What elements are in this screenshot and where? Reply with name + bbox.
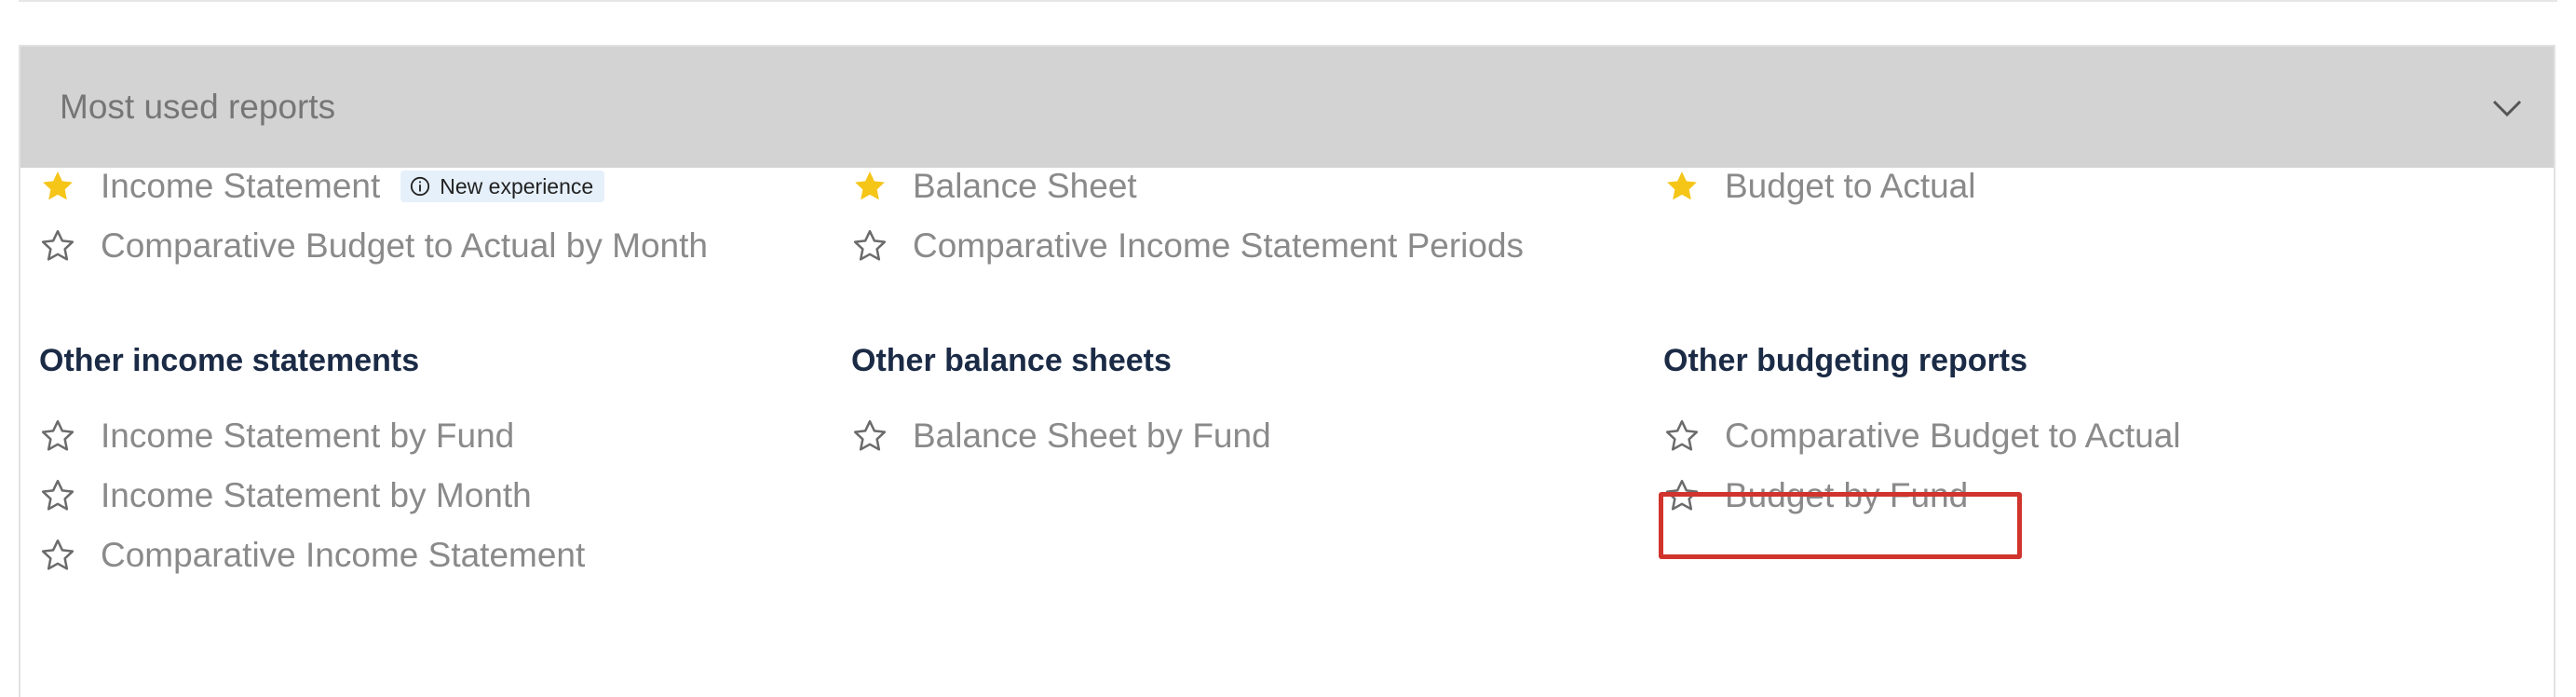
report-label[interactable]: Balance Sheet [913, 167, 1137, 206]
report-label[interactable]: Budget to Actual [1725, 167, 1975, 206]
report-item-income-statement-by-fund[interactable]: Income Statement by Fund [39, 406, 840, 466]
report-item-comparative-budget-by-month[interactable]: Comparative Budget to Actual by Month [39, 216, 840, 276]
star-filled-icon[interactable] [39, 168, 76, 205]
star-outline-icon[interactable] [39, 537, 76, 574]
star-outline-icon[interactable] [851, 227, 888, 265]
column-income-statements: Income Statement New experience Comparat… [39, 157, 840, 585]
star-outline-icon[interactable] [39, 477, 76, 514]
star-outline-icon[interactable] [1663, 477, 1701, 514]
report-item-income-statement[interactable]: Income Statement New experience [39, 157, 840, 216]
section-list: Income Statement by Fund Income Statemen… [39, 406, 840, 585]
empty-row [1663, 216, 2464, 276]
report-label[interactable]: Comparative Budget to Actual [1725, 417, 2181, 456]
section-heading: Other balance sheets [851, 343, 1172, 378]
top-divider [19, 0, 2557, 2]
report-label[interactable]: Income Statement by Fund [101, 417, 514, 456]
column-budgeting-reports: Budget to Actual Other budgeting reports… [1663, 157, 2464, 526]
panel-title: Most used reports [60, 88, 336, 126]
section-list: Balance Sheet by Fund [851, 406, 1652, 466]
report-label[interactable]: Income Statement by Month [101, 476, 532, 515]
star-filled-icon[interactable] [851, 168, 888, 205]
report-item-comparative-income-statement[interactable]: Comparative Income Statement [39, 526, 840, 585]
report-item-budget-to-actual[interactable]: Budget to Actual [1663, 157, 2464, 216]
info-icon [411, 176, 430, 197]
section-list: Comparative Budget to Actual Budget by F… [1663, 406, 2464, 526]
report-item-budget-by-fund[interactable]: Budget by Fund [1663, 466, 2464, 526]
star-outline-icon[interactable] [1663, 417, 1701, 455]
badge-text: New experience [440, 173, 594, 198]
chevron-down-icon[interactable] [2488, 89, 2526, 127]
report-item-balance-sheet[interactable]: Balance Sheet [851, 157, 1652, 216]
report-label[interactable]: Comparative Income Statement Periods [913, 226, 1524, 266]
star-filled-icon[interactable] [1663, 168, 1701, 205]
report-label[interactable]: Comparative Income Statement [101, 536, 585, 575]
report-label[interactable]: Income Statement [101, 167, 380, 206]
new-experience-badge[interactable]: New experience [400, 171, 605, 202]
report-label[interactable]: Comparative Budget to Actual by Month [101, 226, 708, 266]
section-heading: Other income statements [39, 343, 420, 378]
column-balance-sheets: Balance Sheet Comparative Income Stateme… [851, 157, 1652, 466]
report-item-comparative-budget-to-actual[interactable]: Comparative Budget to Actual [1663, 406, 2464, 466]
report-label[interactable]: Budget by Fund [1725, 476, 1968, 515]
report-item-balance-sheet-by-fund[interactable]: Balance Sheet by Fund [851, 406, 1652, 466]
report-label[interactable]: Balance Sheet by Fund [913, 417, 1271, 456]
star-outline-icon[interactable] [851, 417, 888, 455]
report-item-comparative-income-statement-periods[interactable]: Comparative Income Statement Periods [851, 216, 1652, 276]
star-outline-icon[interactable] [39, 227, 76, 265]
star-outline-icon[interactable] [39, 417, 76, 455]
report-item-income-statement-by-month[interactable]: Income Statement by Month [39, 466, 840, 526]
panel-header[interactable]: Most used reports [20, 47, 2554, 168]
section-heading: Other budgeting reports [1663, 343, 2027, 378]
